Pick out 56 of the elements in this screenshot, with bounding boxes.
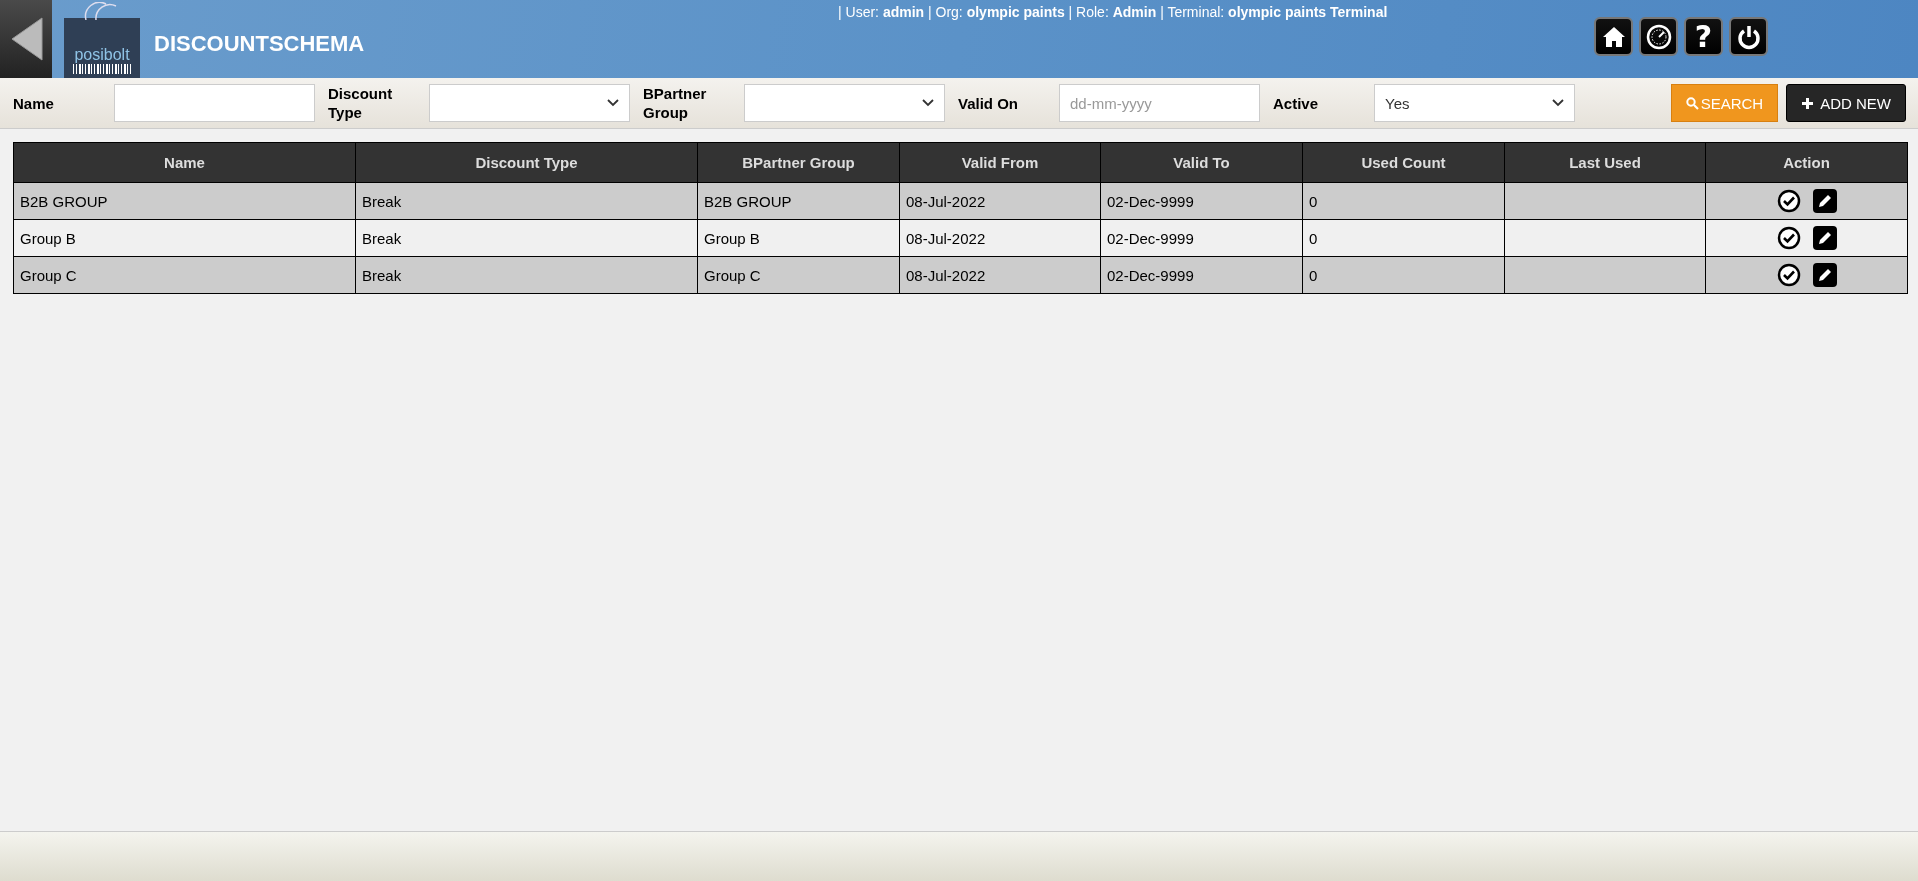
table-cell: 0 bbox=[1302, 219, 1505, 257]
table-cell: 08-Jul-2022 bbox=[899, 219, 1101, 257]
table-cell: Group C bbox=[697, 256, 900, 294]
table-cell: Break bbox=[355, 182, 698, 220]
chevron-down-icon bbox=[607, 99, 619, 107]
column-header: Discount Type bbox=[355, 142, 698, 183]
column-header: Used Count bbox=[1302, 142, 1505, 183]
column-header: Valid From bbox=[899, 142, 1101, 183]
column-header: Last Used bbox=[1504, 142, 1706, 183]
filter-label: Discount Type bbox=[328, 84, 394, 122]
check-circle-icon[interactable] bbox=[1776, 263, 1801, 287]
check-circle-icon[interactable] bbox=[1776, 189, 1801, 213]
table-cell: Group B bbox=[13, 219, 356, 257]
barcode-icon bbox=[72, 64, 132, 74]
table-cell: Break bbox=[355, 256, 698, 294]
table-cell: 02-Dec-9999 bbox=[1100, 256, 1303, 294]
table-cell: Group B bbox=[697, 219, 900, 257]
filter-label: Name bbox=[13, 93, 55, 113]
user-info: | User: admin | Org: olympic paints | Role: Admin | Terminal: olympic paints Terminal bbox=[838, 4, 1388, 20]
edit-pencil-icon[interactable] bbox=[1812, 189, 1837, 213]
filter-label: Active bbox=[1273, 93, 1320, 113]
filter-label: Valid On bbox=[958, 93, 1019, 113]
table-cell: B2B GROUP bbox=[13, 182, 356, 220]
table-cell: 0 bbox=[1302, 256, 1505, 294]
column-header: Name bbox=[13, 142, 356, 183]
speedometer-icon bbox=[1644, 22, 1673, 51]
filter-select[interactable]: Yes bbox=[1374, 84, 1575, 122]
filter-label: BPartner Group bbox=[643, 84, 708, 122]
search-icon bbox=[1685, 96, 1699, 110]
chevron-down-icon bbox=[922, 99, 934, 107]
page-title: DISCOUNTSCHEMA bbox=[154, 31, 365, 57]
chevron-down-icon bbox=[1552, 99, 1564, 107]
table-cell: 02-Dec-9999 bbox=[1100, 219, 1303, 257]
table-cell: Group C bbox=[13, 256, 356, 294]
edit-pencil-icon[interactable] bbox=[1812, 226, 1837, 250]
power-button[interactable] bbox=[1729, 17, 1768, 56]
column-header: Action bbox=[1705, 142, 1908, 183]
table-cell: 08-Jul-2022 bbox=[899, 182, 1101, 220]
back-button[interactable] bbox=[0, 0, 52, 78]
table-cell: Break bbox=[355, 219, 698, 257]
check-circle-icon[interactable] bbox=[1776, 226, 1801, 250]
add-new-button[interactable]: ADD NEW bbox=[1786, 84, 1906, 122]
table-cell: 0 bbox=[1302, 182, 1505, 220]
help-button[interactable]: ? bbox=[1684, 17, 1723, 56]
home-button[interactable] bbox=[1594, 17, 1633, 56]
table-cell: 02-Dec-9999 bbox=[1100, 182, 1303, 220]
table-cell: 08-Jul-2022 bbox=[899, 256, 1101, 294]
logo-text: posibolt bbox=[74, 46, 130, 64]
filter-input[interactable]: dd-mm-yyyy bbox=[1059, 84, 1260, 122]
filter-input[interactable] bbox=[114, 84, 315, 122]
plus-icon bbox=[1801, 96, 1815, 110]
edit-pencil-icon[interactable] bbox=[1812, 263, 1837, 287]
table-cell: B2B GROUP bbox=[697, 182, 900, 220]
column-header: BPartner Group bbox=[697, 142, 900, 183]
column-header: Valid To bbox=[1100, 142, 1303, 183]
dashboard-button[interactable] bbox=[1639, 17, 1678, 56]
